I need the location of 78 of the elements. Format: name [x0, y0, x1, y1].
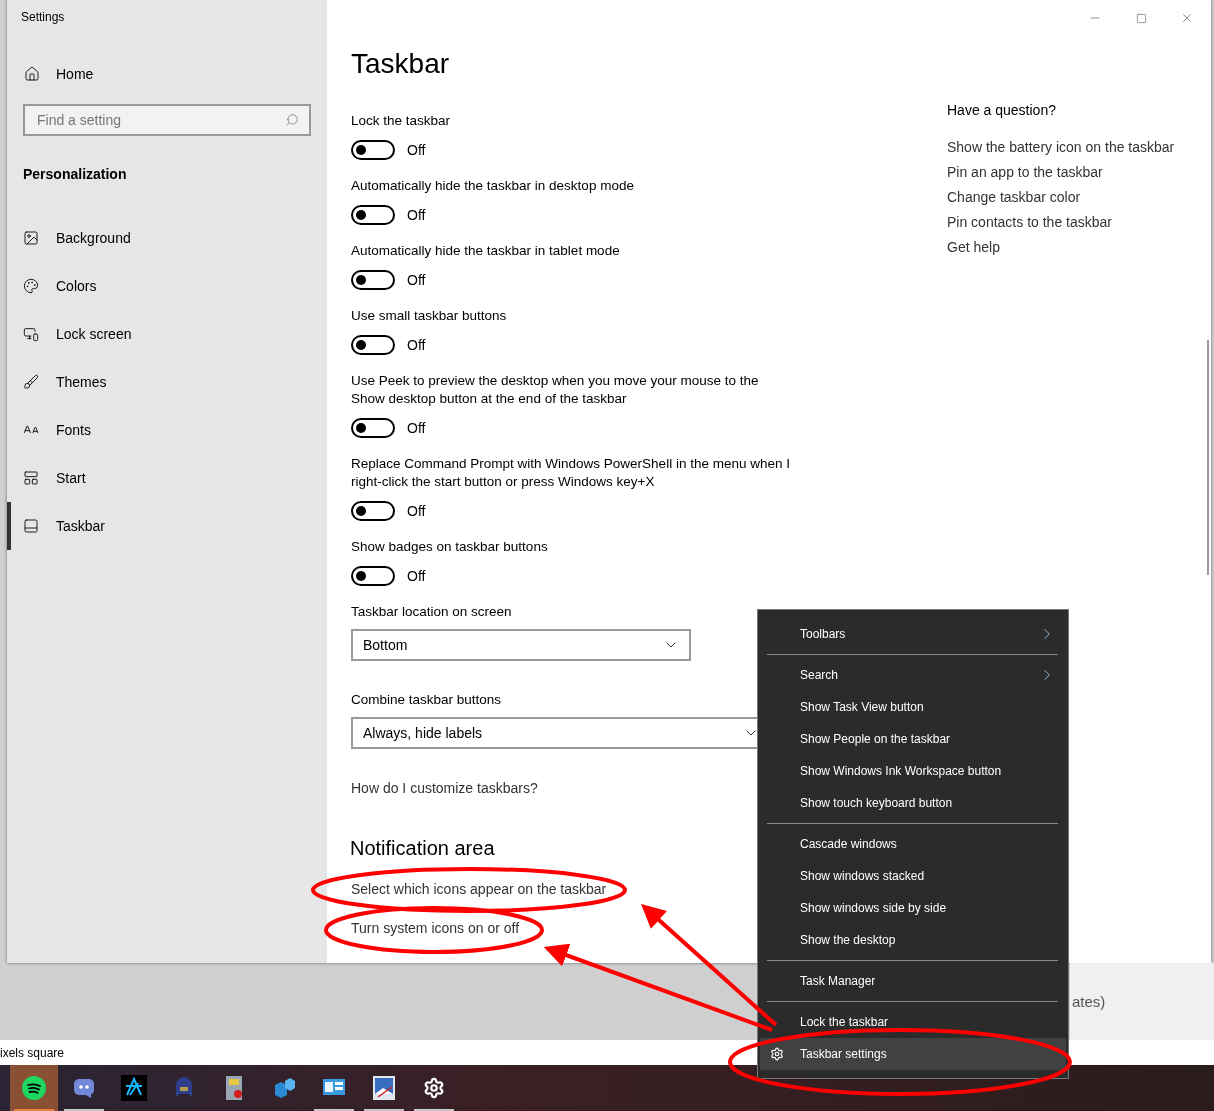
menu-item[interactable]: Lock the taskbar	[760, 1006, 1066, 1038]
home-link[interactable]: Home	[24, 66, 327, 82]
status-text: ixels square	[0, 1045, 65, 1060]
home-icon	[24, 66, 40, 82]
setting-label: Automatically hide the taskbar in desktop mode	[351, 177, 635, 195]
related-heading: Have a question?	[947, 102, 1057, 118]
toggle-switch[interactable]	[351, 140, 395, 160]
toggle-switch[interactable]	[351, 418, 395, 438]
circle-waves-icon	[22, 1076, 46, 1100]
help-link[interactable]: How do I customize taskbars?	[351, 780, 538, 796]
nav-item[interactable]: Taskbar	[7, 502, 327, 550]
menu-item[interactable]: Task Manager	[760, 965, 1066, 997]
toggle-state: Off	[407, 337, 426, 353]
toggle-state: Off	[407, 503, 426, 519]
menu-item[interactable]: Cascade windows	[760, 828, 1066, 860]
menu-item[interactable]: Show windows stacked	[760, 860, 1066, 892]
nav-item[interactable]: Lock screen	[7, 310, 327, 358]
dropdown-label: Combine taskbar buttons	[351, 691, 503, 709]
close-icon	[1180, 11, 1194, 25]
help-link[interactable]: Get help	[947, 239, 1175, 255]
tiles-icon	[23, 470, 39, 486]
chat-bubble-icon	[72, 1076, 96, 1100]
settings-link[interactable]: Select which icons appear on the taskbar	[351, 881, 607, 897]
menu-item[interactable]: Show Windows Ink Workspace button	[760, 755, 1066, 787]
menu-item[interactable]: Toolbars	[760, 618, 1066, 650]
help-link[interactable]: Pin an app to the taskbar	[947, 164, 1175, 180]
toggle-state: Off	[407, 142, 426, 158]
maximize-icon	[1135, 12, 1147, 24]
palette-icon	[23, 278, 39, 294]
screen-lock-icon	[23, 326, 39, 342]
search-input[interactable]: Find a setting	[35, 111, 285, 129]
help-link[interactable]: Show the battery icon on the taskbar	[947, 139, 1175, 155]
taskbar-icon	[23, 518, 39, 534]
toggle-state: Off	[407, 272, 426, 288]
help-link[interactable]: Pin contacts to the taskbar	[947, 214, 1175, 230]
gear-icon	[423, 1077, 445, 1099]
toggle-state: Off	[407, 420, 426, 436]
menu-item[interactable]: Show the desktop	[760, 924, 1066, 956]
page-title: Taskbar	[351, 48, 451, 80]
gear-icon	[770, 1047, 784, 1061]
brush-icon	[23, 374, 39, 390]
toggle-state: Off	[407, 568, 426, 584]
section-heading: Personalization	[23, 166, 128, 182]
scrollbar[interactable]	[1207, 340, 1209, 575]
setting-label: Lock the taskbar	[351, 112, 452, 130]
nav-item[interactable]: Themes	[7, 358, 327, 406]
background-text: ates)	[1072, 993, 1106, 1010]
help-link[interactable]: Change taskbar color	[947, 189, 1175, 205]
window-title: Settings	[21, 10, 66, 26]
toggle-switch[interactable]	[351, 270, 395, 290]
menu-item[interactable]: Taskbar settings	[760, 1038, 1066, 1070]
toggle-state: Off	[407, 207, 426, 223]
dropdown-label: Taskbar location on screen	[351, 603, 513, 621]
setting-label: Use small taskbar buttons	[351, 307, 508, 325]
setting-label: Show badges on taskbar buttons	[351, 538, 549, 556]
toggle-switch[interactable]	[351, 205, 395, 225]
setting-label: Replace Command Prompt with Windows PowerShell in the menu when I right-click the start button or press Windows key+X	[351, 455, 791, 491]
notebook-icon	[223, 1075, 245, 1101]
nav-item[interactable]: Colors	[7, 262, 327, 310]
toggle-switch[interactable]	[351, 335, 395, 355]
menu-item[interactable]: Search	[760, 659, 1066, 691]
menu-item[interactable]: Show touch keyboard button	[760, 787, 1066, 819]
setting-label: Automatically hide the taskbar in tablet mode	[351, 242, 621, 260]
setting-label: Use Peek to preview the desktop when you move your mouse to the Show desktop button at the end of the taskbar	[351, 372, 760, 408]
nav-item[interactable]: Start	[7, 454, 327, 502]
search-icon	[285, 113, 299, 127]
picture-icon	[372, 1075, 396, 1101]
menu-item[interactable]: Show windows side by side	[760, 892, 1066, 924]
search-field[interactable]: Find a setting	[23, 104, 311, 136]
picture-icon	[23, 230, 39, 246]
settings-link[interactable]: Turn system icons on or off	[351, 920, 520, 936]
toggle-switch[interactable]	[351, 501, 395, 521]
nav-item[interactable]: Background	[7, 214, 327, 262]
toggle-switch[interactable]	[351, 566, 395, 586]
section-heading: Notification area	[350, 837, 495, 860]
dropdown[interactable]: Bottom	[351, 629, 691, 661]
taskbar-button[interactable]	[10, 1065, 58, 1111]
nav-item[interactable]: Fonts	[7, 406, 327, 454]
